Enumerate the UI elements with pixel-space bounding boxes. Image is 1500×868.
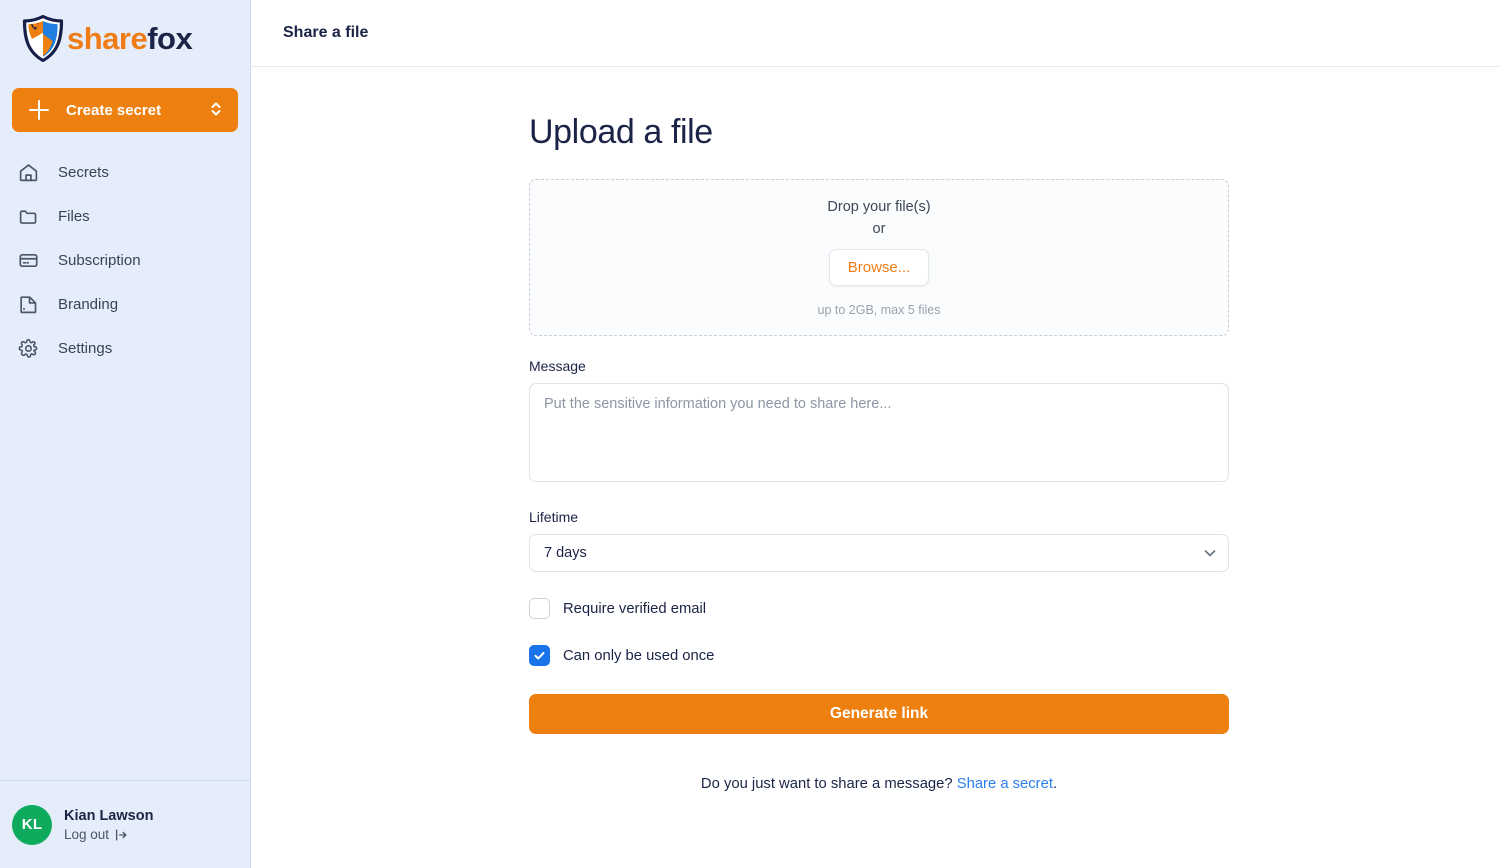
sidebar-item-label: Files (58, 207, 90, 225)
plus-icon (28, 99, 50, 121)
user-name: Kian Lawson (64, 807, 154, 824)
dropzone-limit-hint: up to 2GB, max 5 files (817, 302, 941, 317)
wordmark-share: share (67, 20, 148, 56)
file-dropzone[interactable]: Drop your file(s) or Browse... up to 2GB… (529, 179, 1229, 337)
sidebar: sharefox Create secret Secrets Files Sub… (0, 0, 251, 868)
dropzone-instruction: Drop your file(s) (827, 198, 931, 215)
require-verified-email-checkbox[interactable] (529, 598, 550, 620)
logout-button[interactable]: Log out (64, 827, 153, 842)
lifetime-label: Lifetime (529, 509, 579, 526)
check-icon (534, 652, 545, 660)
sidebar-item-secrets[interactable]: Secrets (0, 150, 250, 194)
sidebar-nav: Secrets Files Subscription Branding Sett… (0, 150, 250, 370)
chevron-up-down-icon (208, 99, 224, 122)
message-field-group: Message (529, 358, 1229, 487)
gear-icon (16, 336, 40, 360)
logout-arrow-icon (114, 828, 128, 842)
page-breadcrumb-title: Share a file (283, 24, 369, 41)
home-icon (16, 160, 40, 184)
footnote-suffix: . (1052, 776, 1058, 793)
folder-icon (16, 204, 40, 228)
palette-icon (16, 292, 40, 316)
sidebar-item-branding[interactable]: Branding (0, 282, 250, 326)
create-secret-button[interactable]: Create secret (12, 88, 238, 132)
sidebar-item-label: Secrets (58, 163, 109, 181)
checkbox-label: Can only be used once (563, 647, 715, 664)
lifetime-field-group: Lifetime 7 days (529, 509, 1229, 573)
sidebar-item-subscription[interactable]: Subscription (0, 238, 250, 282)
dropzone-or-text: or (872, 220, 886, 237)
checkbox-label: Require verified email (563, 600, 707, 617)
app-root: sharefox Create secret Secrets Files Sub… (0, 0, 1500, 868)
user-meta: Kian Lawson Log out (64, 807, 153, 842)
content-scroll: Upload a file Drop your file(s) or Brows… (251, 67, 1500, 868)
credit-card-icon (16, 248, 40, 272)
logout-label: Log out (64, 827, 110, 843)
single-use-checkbox[interactable] (529, 645, 550, 667)
lifetime-select-wrap: 7 days (529, 534, 1229, 573)
message-input[interactable] (529, 383, 1229, 483)
topbar: Share a file (251, 0, 1500, 67)
avatar: KL (12, 804, 52, 845)
share-secret-footnote: Do you just want to share a message? Sha… (529, 776, 1229, 792)
main-area: Share a file Upload a file Drop your fil… (251, 0, 1500, 868)
sidebar-item-settings[interactable]: Settings (0, 326, 250, 370)
message-label: Message (529, 358, 586, 375)
fox-shield-logo-icon (22, 14, 64, 62)
browse-button[interactable]: Browse... (828, 248, 930, 286)
sidebar-item-label: Branding (58, 295, 119, 313)
upload-form: Upload a file Drop your file(s) or Brows… (529, 67, 1229, 792)
create-secret-label: Create secret (66, 101, 162, 119)
sidebar-item-files[interactable]: Files (0, 194, 250, 238)
share-a-secret-link[interactable]: Share a secret (957, 776, 1053, 792)
brand-wordmark: sharefox (67, 20, 193, 56)
generate-link-button[interactable]: Generate link (529, 694, 1229, 735)
footnote-text: Do you just want to share a message? (700, 776, 957, 793)
lifetime-select[interactable]: 7 days (529, 534, 1229, 573)
user-panel: KL Kian Lawson Log out (0, 780, 250, 868)
brand-logo[interactable]: sharefox (0, 0, 250, 76)
single-use-row[interactable]: Can only be used once (529, 645, 1229, 667)
require-verified-email-row[interactable]: Require verified email (529, 598, 1229, 620)
sidebar-item-label: Settings (58, 339, 113, 357)
sidebar-item-label: Subscription (58, 251, 141, 269)
wordmark-fox: fox (147, 20, 193, 56)
page-title: Upload a file (529, 113, 713, 151)
